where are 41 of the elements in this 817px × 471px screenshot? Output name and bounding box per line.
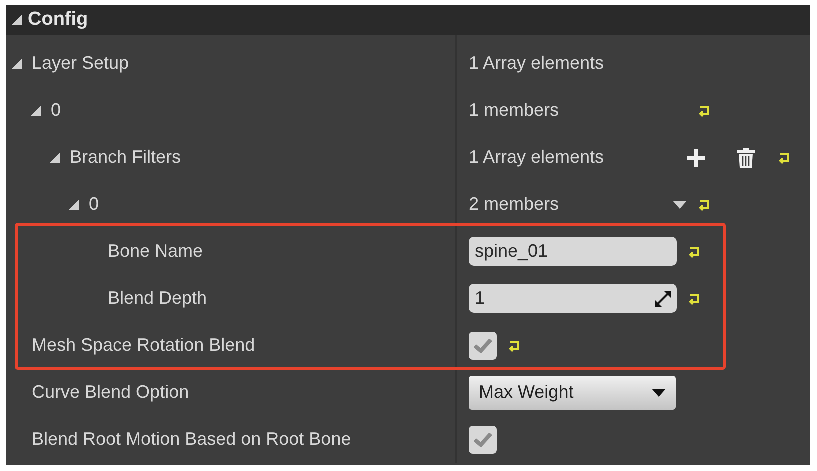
value-text: 1 — [475, 287, 486, 310]
reset-arrow-icon[interactable] — [507, 340, 521, 352]
property-label: 0 — [51, 99, 62, 122]
collapse-triangle-icon[interactable] — [69, 200, 79, 210]
collapse-triangle-icon[interactable] — [12, 15, 22, 25]
reset-arrow-icon[interactable] — [697, 104, 711, 116]
property-label: 0 — [89, 193, 100, 216]
property-label: Branch Filters — [70, 146, 182, 169]
text-field[interactable]: spine_01 — [469, 237, 677, 266]
plus-icon[interactable] — [687, 148, 705, 166]
number-field[interactable]: 1 — [469, 284, 677, 313]
checkbox[interactable] — [469, 332, 497, 360]
value-text: spine_01 — [475, 240, 548, 263]
collapse-triangle-icon[interactable] — [31, 106, 41, 116]
trash-icon[interactable] — [737, 148, 755, 168]
property-label: Curve Blend Option — [32, 381, 190, 404]
reset-arrow-icon[interactable] — [697, 198, 711, 210]
check-icon — [474, 432, 492, 446]
caret-icon — [652, 388, 666, 396]
reset-arrow-icon[interactable] — [777, 152, 791, 164]
checkbox[interactable] — [469, 426, 497, 454]
collapse-triangle-icon[interactable] — [12, 58, 22, 68]
value-text: 1 members — [469, 99, 560, 122]
reset-arrow-icon[interactable] — [687, 292, 701, 304]
section-title: Config — [28, 8, 88, 32]
property-label: Blend Root Motion Based on Root Bone — [32, 428, 352, 451]
value-text: 1 Array elements — [469, 52, 604, 75]
resize-arrows-icon[interactable] — [655, 290, 671, 306]
section-header[interactable]: Config — [6, 5, 810, 35]
collapse-triangle-icon[interactable] — [50, 152, 60, 162]
reset-arrow-icon[interactable] — [687, 246, 701, 258]
property-label: Bone Name — [108, 240, 204, 263]
property-label: Blend Depth — [108, 287, 208, 310]
value-text: 1 Array elements — [469, 146, 604, 169]
property-label: Mesh Space Rotation Blend — [32, 334, 256, 357]
property-label: Layer Setup — [32, 52, 130, 75]
value-text: Max Weight — [479, 381, 574, 404]
value-text: 2 members — [469, 193, 560, 216]
dropdown[interactable]: Max Weight — [469, 376, 676, 410]
caret-icon[interactable] — [673, 200, 687, 208]
check-icon — [474, 338, 492, 352]
